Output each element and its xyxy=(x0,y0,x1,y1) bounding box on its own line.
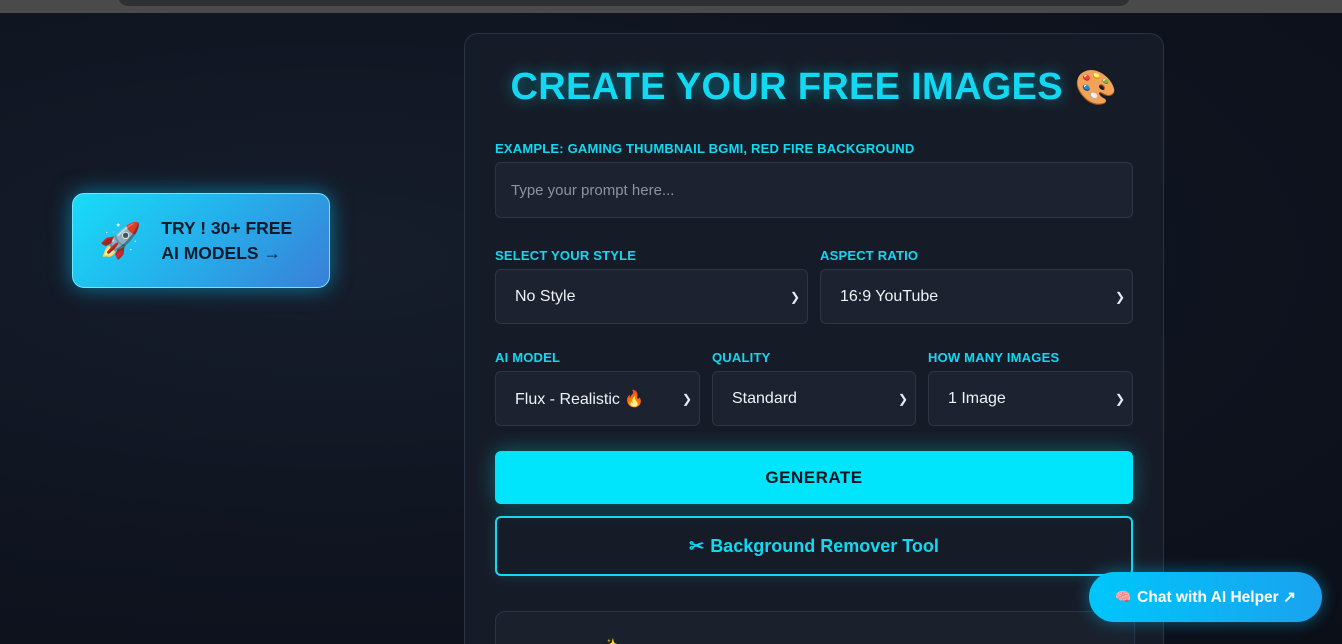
chevron-down-icon: ❯ xyxy=(1114,289,1125,304)
promo-label: TRY ! 30+ FREE AI MODELS → xyxy=(161,217,293,263)
background-remover-button[interactable]: ✂ Background Remover Tool xyxy=(495,516,1133,576)
chat-helper-button[interactable]: 🧠 Chat with AI Helper ↗ xyxy=(1089,572,1322,622)
generate-button[interactable]: GENERATE xyxy=(495,451,1133,504)
ai-model-select[interactable]: Flux - Realistic 🔥 ❯ xyxy=(495,371,700,426)
quality-select[interactable]: Standard ❯ xyxy=(712,371,916,426)
background-remover-label: Background Remover Tool xyxy=(710,535,939,556)
quality-label: QUALITY xyxy=(712,350,771,365)
chevron-down-icon: ❯ xyxy=(681,391,692,406)
aspect-ratio-select[interactable]: 16:9 YouTube ❯ xyxy=(820,269,1133,324)
chevron-down-icon: ❯ xyxy=(897,391,908,406)
aspect-ratio-select-value: 16:9 YouTube xyxy=(840,287,939,305)
prompt-label: EXAMPLE: GAMING THUMBNAIL BGMI, RED FIRE… xyxy=(495,141,915,156)
sparkle-icon: ✨ xyxy=(604,638,618,644)
chevron-down-icon: ❯ xyxy=(1114,391,1125,406)
image-count-select[interactable]: 1 Image ❯ xyxy=(928,371,1133,426)
browser-address-bar[interactable] xyxy=(118,0,1130,6)
browser-top-bar xyxy=(0,0,1342,13)
prompt-input[interactable] xyxy=(495,162,1133,218)
brain-icon: 🧠 xyxy=(1114,589,1132,604)
palette-icon: 🎨 xyxy=(1074,69,1118,107)
scissors-icon: ✂ xyxy=(689,535,705,556)
results-panel: ✨ xyxy=(495,611,1135,644)
quality-select-value: Standard xyxy=(732,389,797,407)
try-free-models-button[interactable]: 🚀 TRY ! 30+ FREE AI MODELS → xyxy=(72,193,330,288)
rocket-icon: 🚀 xyxy=(99,220,142,261)
style-select[interactable]: No Style ❯ xyxy=(495,269,808,324)
page-title-text: CREATE YOUR FREE IMAGES xyxy=(510,66,1063,108)
image-count-select-value: 1 Image xyxy=(948,389,1006,407)
page-title: CREATE YOUR FREE IMAGES 🎨 xyxy=(464,66,1164,109)
ai-model-select-value: Flux - Realistic 🔥 xyxy=(515,390,645,408)
chevron-down-icon: ❯ xyxy=(789,289,800,304)
ai-model-label: AI MODEL xyxy=(495,350,561,365)
chat-helper-label: Chat with AI Helper ↗ xyxy=(1137,588,1296,606)
style-label: SELECT YOUR STYLE xyxy=(495,248,637,263)
style-select-value: No Style xyxy=(515,287,576,305)
aspect-ratio-label: ASPECT RATIO xyxy=(820,248,919,263)
image-count-label: HOW MANY IMAGES xyxy=(928,350,1060,365)
